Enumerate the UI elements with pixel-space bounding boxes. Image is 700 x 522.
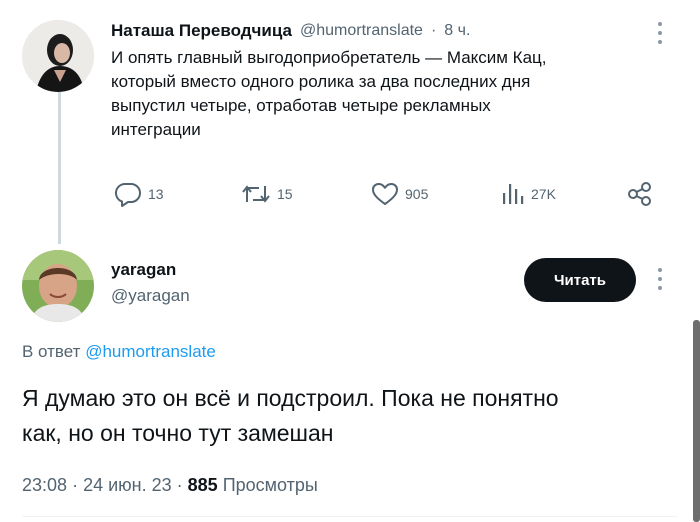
share-icon <box>628 182 651 206</box>
tweet1-time[interactable]: 8 ч. <box>444 22 470 40</box>
retweet-count: 15 <box>277 186 293 202</box>
tweet2-display-name[interactable]: yaragan <box>111 260 176 280</box>
tweet1-display-name[interactable]: Наташа Переводчица <box>111 21 292 41</box>
tweet2-date[interactable]: 24 июн. 23 <box>83 475 172 495</box>
views-action[interactable]: 27K <box>499 181 556 207</box>
tweet2-meta: 23:08 · 24 июн. 23 · 885 Просмотры <box>22 475 318 496</box>
reply-action[interactable]: 13 <box>114 181 164 207</box>
retweet-icon <box>242 185 270 203</box>
retweet-action[interactable]: 15 <box>241 181 293 207</box>
tweet1-more-button[interactable] <box>650 18 670 48</box>
more-icon <box>658 22 662 44</box>
views-count: 27K <box>531 186 556 202</box>
follow-button[interactable]: Читать <box>524 258 636 302</box>
tweet1-text-line: выпустил четыре, отработав четыре реклам… <box>111 96 491 115</box>
tweet1-text-line: интеграции <box>111 120 201 139</box>
tweet1-separator: · <box>430 22 437 39</box>
tweet1-text-line: И опять главный выгодоприобретатель — Ма… <box>111 48 547 67</box>
tweet2-views-label: Просмотры <box>222 475 318 495</box>
reply-to-link[interactable]: @humortranslate <box>85 342 216 361</box>
bottom-divider <box>22 516 677 517</box>
meta-separator: · <box>176 475 183 495</box>
more-icon <box>658 268 662 290</box>
tweet2-text: Я думаю это он всё и подстроил. Пока не … <box>22 381 672 451</box>
reply-prefix: В ответ <box>22 342 81 361</box>
tweet2-views-count: 885 <box>187 475 218 495</box>
tweet2-text-line: как, но он точно тут замешан <box>22 420 334 446</box>
heart-icon <box>372 183 398 205</box>
avatar-natasha[interactable] <box>22 20 94 92</box>
thread-line <box>58 92 61 244</box>
tweet2-more-button[interactable] <box>650 264 670 294</box>
views-icon <box>503 184 524 204</box>
scrollbar[interactable] <box>693 320 700 522</box>
share-button[interactable] <box>625 179 655 214</box>
tweet1-header: Наташа Переводчица @humortranslate · 8 ч… <box>111 21 470 41</box>
reply-count: 13 <box>148 186 164 202</box>
like-count: 905 <box>405 186 429 202</box>
reply-icon <box>114 182 141 207</box>
tweet1-handle[interactable]: @humortranslate <box>300 22 423 40</box>
tweet2-text-line: Я думаю это он всё и подстроил. Пока не … <box>22 385 559 411</box>
tweet1-text-line: который вместо одного ролика за два посл… <box>111 72 531 91</box>
avatar-yaragan[interactable] <box>22 250 94 322</box>
tweet2-handle[interactable]: @yaragan <box>111 286 190 306</box>
meta-separator: · <box>72 475 79 495</box>
reply-context: В ответ @humortranslate <box>22 342 216 362</box>
tweet1-text: И опять главный выгодоприобретатель — Ма… <box>111 46 671 142</box>
tweet2-time[interactable]: 23:08 <box>22 475 67 495</box>
like-action[interactable]: 905 <box>371 181 428 207</box>
